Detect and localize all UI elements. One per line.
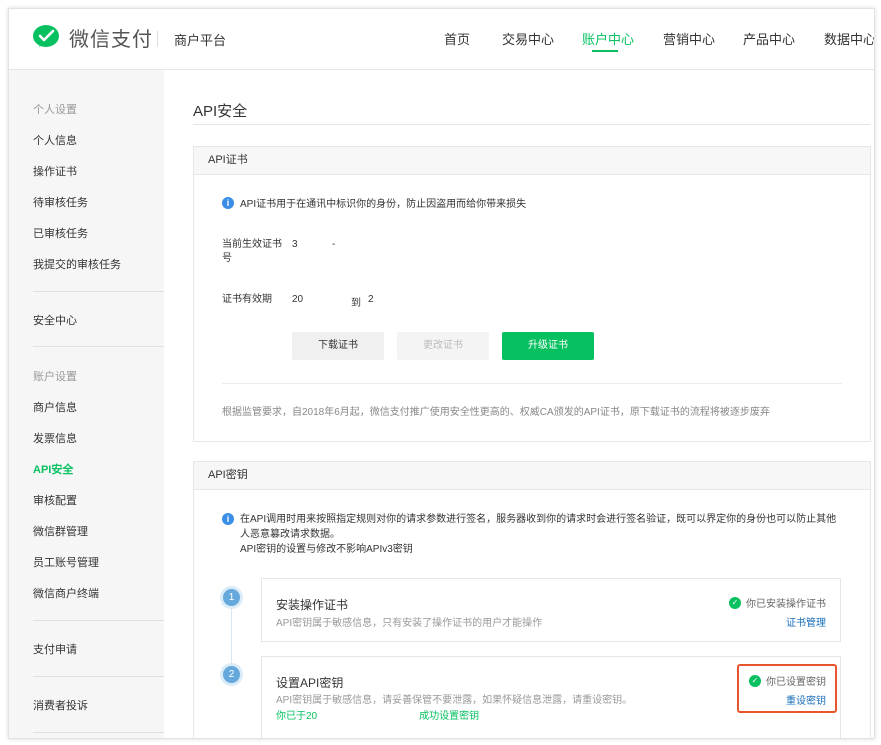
step-2-set-key: 设置API密钥 API密钥属于敏感信息，请妥善保管不要泄露，如果怀疑信息泄露，请… bbox=[261, 656, 841, 738]
title-divider bbox=[193, 124, 870, 125]
step-2-number: 2 bbox=[223, 666, 240, 683]
sidebar-item-wechat-group[interactable]: 微信群管理 bbox=[33, 523, 88, 539]
sidebar-item-staff-account[interactable]: 员工账号管理 bbox=[33, 554, 99, 570]
sidebar-item-merchant-info[interactable]: 商户信息 bbox=[33, 399, 77, 415]
nav-product-center[interactable]: 产品中心 bbox=[743, 29, 795, 48]
step-2-title: 设置API密钥 bbox=[276, 676, 344, 690]
sidebar-item-my-submitted[interactable]: 我提交的审核任务 bbox=[33, 256, 121, 272]
sidebar-item-invoice-info[interactable]: 发票信息 bbox=[33, 430, 77, 446]
step-1-title: 安装操作证书 bbox=[276, 598, 349, 612]
step-2-set-time: 你已于20 成功设置密钥 bbox=[276, 707, 479, 722]
download-cert-button[interactable]: 下载证书 bbox=[292, 332, 384, 360]
info-icon: i bbox=[222, 196, 234, 209]
step-1-desc: API密钥属于敏感信息，只有安装了操作证书的用户才能操作 bbox=[276, 618, 543, 629]
sidebar-item-consumer-complaint[interactable]: 消费者投诉 bbox=[33, 697, 88, 713]
sidebar-divider bbox=[33, 620, 164, 621]
nav-data-center[interactable]: 数据中心 bbox=[824, 29, 874, 48]
api-cert-notice-text: API证书用于在通讯中标识你的身份，防止因盗用而给你带来损失 bbox=[240, 199, 527, 210]
step-1-number: 1 bbox=[223, 589, 240, 606]
label-cert-validity: 证书有效期 bbox=[222, 294, 272, 305]
api-key-notice: i 在API调用时用来按照指定规则对你的请求参数进行签名，服务器收到你的请求时会… bbox=[222, 512, 842, 557]
nav-trade-center[interactable]: 交易中心 bbox=[502, 29, 554, 48]
cert-management-link[interactable]: 证书管理 bbox=[786, 614, 826, 629]
step-1-install-cert: 安装操作证书 API密钥属于敏感信息，只有安装了操作证书的用户才能操作 ✓ 你已… bbox=[261, 578, 841, 642]
value-cert-serial: 3 bbox=[292, 239, 298, 250]
api-cert-card: API证书 i API证书用于在通讯中标识你的身份，防止因盗用而给你带来损失 当… bbox=[193, 146, 871, 442]
app-window: 微信支付 商户平台 首页 交易中心 账户中心 营销中心 产品中心 数据中心 个人… bbox=[8, 8, 875, 739]
sidebar-divider bbox=[33, 346, 164, 347]
sidebar: 个人设置 个人信息 操作证书 待审核任务 已审核任务 我提交的审核任务 安全中心… bbox=[9, 70, 164, 738]
nav-active-indicator bbox=[592, 50, 618, 52]
highlight-box bbox=[737, 664, 837, 713]
label-cert-serial: 当前生效证书号 bbox=[222, 239, 282, 264]
nav-account-center[interactable]: 账户中心 bbox=[582, 29, 634, 48]
sidebar-item-pay-apply[interactable]: 支付申请 bbox=[33, 641, 77, 657]
sidebar-divider bbox=[33, 676, 164, 677]
sidebar-divider bbox=[33, 732, 164, 733]
api-key-card: API密钥 i 在API调用时用来按照指定规则对你的请求参数进行签名，服务器收到… bbox=[193, 461, 871, 738]
sidebar-item-security-center[interactable]: 安全中心 bbox=[33, 312, 77, 328]
step-2-set-time-start: 你已于20 bbox=[276, 711, 318, 722]
top-header: 微信支付 商户平台 首页 交易中心 账户中心 营销中心 产品中心 数据中心 bbox=[9, 9, 874, 70]
api-cert-divider bbox=[222, 383, 842, 384]
change-cert-button[interactable]: 更改证书 bbox=[397, 332, 489, 360]
main-content: API安全 API证书 i API证书用于在通讯中标识你的身份，防止因盗用而给你… bbox=[165, 70, 874, 738]
api-cert-card-title: API证书 bbox=[194, 147, 870, 175]
sidebar-divider bbox=[33, 291, 164, 292]
sidebar-item-operation-cert[interactable]: 操作证书 bbox=[33, 163, 77, 179]
info-icon: i bbox=[222, 513, 234, 525]
sidebar-item-personal-info[interactable]: 个人信息 bbox=[33, 132, 77, 148]
sidebar-item-review-config[interactable]: 审核配置 bbox=[33, 492, 77, 508]
value-validity-end: 2 bbox=[368, 294, 374, 305]
sidebar-item-api-security[interactable]: API安全 bbox=[33, 461, 73, 477]
upgrade-cert-button[interactable]: 升级证书 bbox=[502, 332, 594, 360]
sidebar-item-merchant-terminal[interactable]: 微信商户终端 bbox=[33, 585, 99, 601]
label-validity-to: 到 bbox=[351, 298, 361, 309]
sidebar-group-account: 账户设置 bbox=[33, 371, 77, 383]
step-2-set-time-end: 成功设置密钥 bbox=[419, 711, 480, 722]
api-key-notice-line2: API密钥的设置与修改不影响APIv3密钥 bbox=[240, 544, 413, 555]
api-key-card-title: API密钥 bbox=[194, 462, 870, 490]
api-cert-notice: i API证书用于在通讯中标识你的身份，防止因盗用而给你带来损失 bbox=[222, 195, 526, 210]
step-2-desc: API密钥属于敏感信息，请妥善保管不要泄露，如果怀疑信息泄露，请重设密钥。 bbox=[276, 695, 633, 706]
api-key-notice-line1: 在API调用时用来按照指定规则对你的请求参数进行签名，服务器收到你的请求时会进行… bbox=[240, 514, 837, 540]
sidebar-group-personal: 个人设置 bbox=[33, 104, 77, 116]
sidebar-item-pending-review[interactable]: 待审核任务 bbox=[33, 194, 88, 210]
nav-home[interactable]: 首页 bbox=[444, 29, 470, 48]
api-cert-footer-note: 根据监管要求，自2018年6月起，微信支付推广使用安全性更高的、权威CA颁发的A… bbox=[222, 407, 770, 418]
nav-marketing-center[interactable]: 营销中心 bbox=[663, 29, 715, 48]
value-cert-serial-tail: - bbox=[332, 239, 336, 250]
step-1-status-text: 你已安装操作证书 bbox=[746, 599, 826, 610]
page-title: API安全 bbox=[193, 103, 248, 120]
check-circle-icon: ✓ bbox=[729, 596, 741, 609]
step-1-status: ✓ 你已安装操作证书 bbox=[729, 595, 826, 610]
main-nav: 首页 交易中心 账户中心 营销中心 产品中心 数据中心 bbox=[9, 9, 874, 69]
step-connector bbox=[231, 597, 232, 677]
sidebar-item-reviewed[interactable]: 已审核任务 bbox=[33, 225, 88, 241]
value-validity-start: 20 bbox=[292, 294, 304, 305]
